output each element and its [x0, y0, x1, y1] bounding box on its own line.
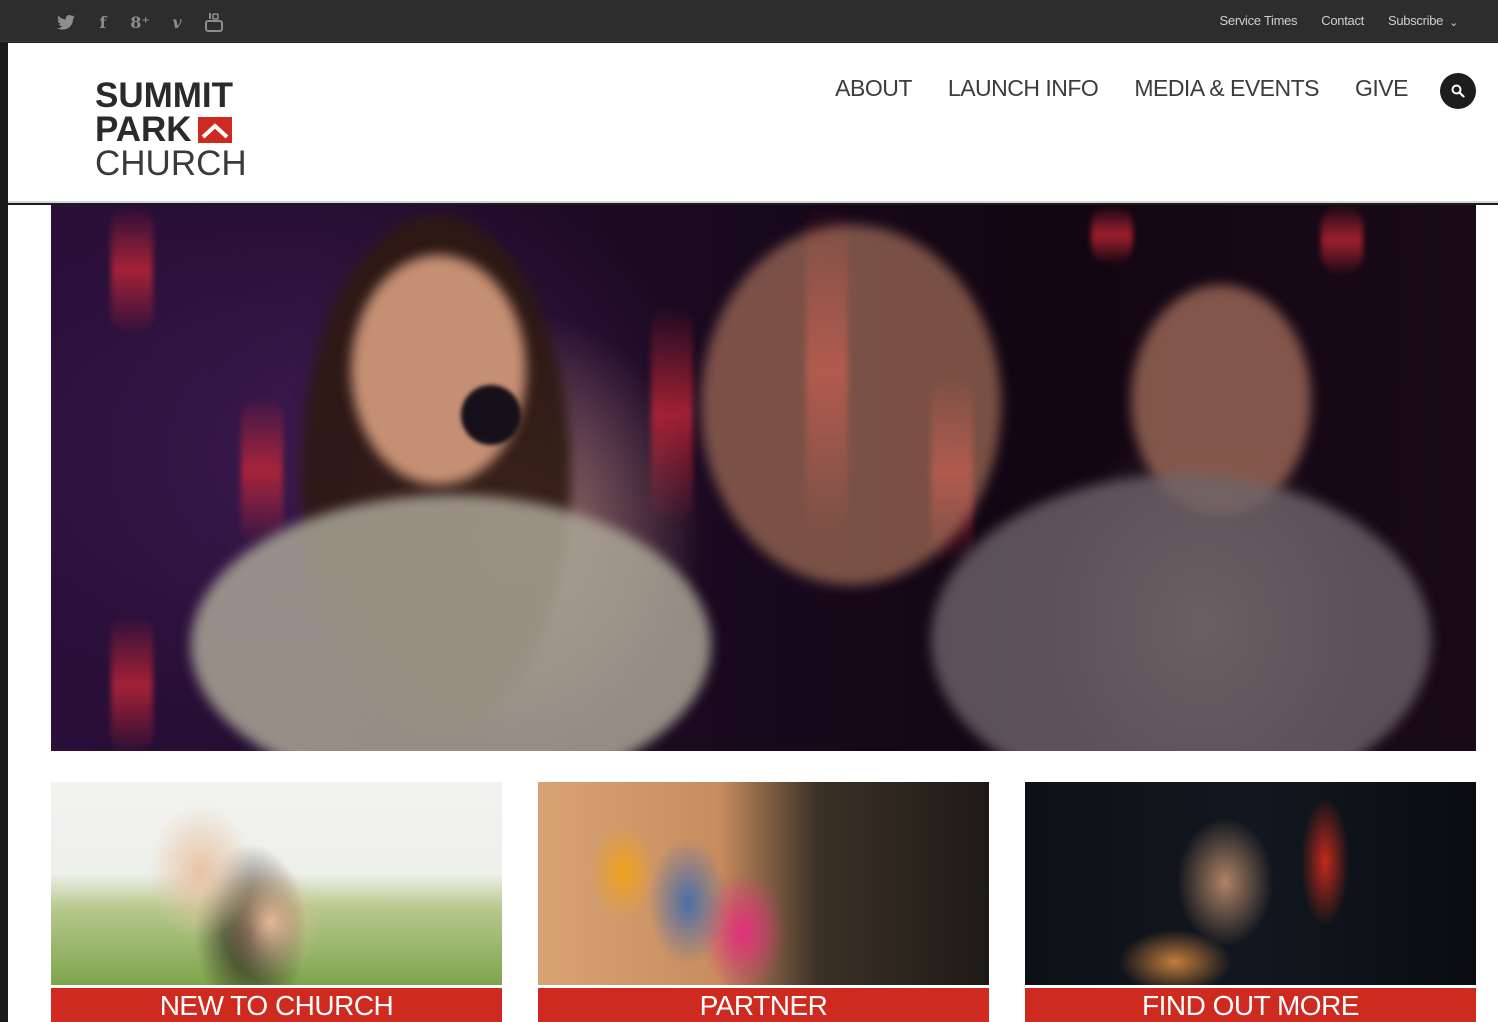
- logo-line-park: PARK: [95, 110, 255, 149]
- stage-light: [241, 395, 283, 545]
- tile-label: NEW TO CHURCH: [51, 988, 502, 1022]
- search-button[interactable]: [1440, 73, 1476, 109]
- site-header: SUMMIT PARK CHURCH ABOUT LAUNCH INFO MED…: [8, 43, 1498, 203]
- nav-give[interactable]: GIVE: [1355, 75, 1408, 102]
- facebook-icon[interactable]: f: [93, 12, 113, 32]
- main-nav: ABOUT LAUNCH INFO MEDIA & EVENTS GIVE: [835, 75, 1408, 102]
- subscribe-dropdown[interactable]: Subscribe ⌄: [1387, 13, 1458, 29]
- tile-new-to-church[interactable]: NEW TO CHURCH: [51, 782, 502, 1022]
- nav-about[interactable]: ABOUT: [835, 75, 912, 102]
- tile-label: FIND OUT MORE: [1025, 988, 1476, 1022]
- chevron-down-icon: ⌄: [1449, 17, 1458, 29]
- screen-edge: [0, 43, 8, 1022]
- logo-line-summit: SUMMIT: [95, 76, 234, 115]
- logo-word-park: PARK: [95, 110, 192, 149]
- stage-light: [111, 205, 153, 335]
- stage-light: [1091, 205, 1133, 265]
- guitarist-shirt: [931, 475, 1431, 751]
- page-content: NEW TO CHURCH PARTNER FIND OUT MORE: [8, 205, 1498, 1022]
- contact-link[interactable]: Contact: [1321, 13, 1364, 28]
- vimeo-icon[interactable]: v: [167, 12, 187, 32]
- logo-line-church: CHURCH: [95, 144, 247, 183]
- subscribe-label: Subscribe: [1387, 13, 1444, 28]
- stage-light: [1321, 205, 1363, 275]
- social-links: f 8⁺ v: [56, 11, 224, 33]
- hero-banner: [51, 205, 1476, 751]
- tile-partner[interactable]: PARTNER: [538, 782, 989, 1022]
- raised-arm: [701, 225, 1001, 585]
- nav-media-events[interactable]: MEDIA & EVENTS: [1134, 75, 1319, 102]
- youtube-icon[interactable]: [204, 12, 224, 32]
- twitter-icon[interactable]: [56, 12, 76, 32]
- logo-mountain-icon: [197, 117, 232, 143]
- singer-face: [351, 255, 526, 485]
- google-plus-icon[interactable]: 8⁺: [130, 12, 150, 32]
- service-times-link[interactable]: Service Times: [1220, 13, 1298, 28]
- tile-photo: [538, 782, 989, 985]
- tile-find-out-more[interactable]: FIND OUT MORE: [1025, 782, 1476, 1022]
- site-logo[interactable]: SUMMIT PARK CHURCH: [95, 76, 255, 183]
- feature-tiles: NEW TO CHURCH PARTNER FIND OUT MORE: [51, 782, 1476, 1022]
- tile-photo: [1025, 782, 1476, 985]
- tile-photo: [51, 782, 502, 985]
- stage-light: [651, 305, 693, 525]
- stage-light: [111, 615, 153, 751]
- nav-launch-info[interactable]: LAUNCH INFO: [948, 75, 1099, 102]
- singer-microphone: [461, 385, 521, 445]
- utility-bar: f 8⁺ v Service Times Contact Subscribe ⌄: [0, 0, 1498, 42]
- utility-links: Service Times Contact Subscribe ⌄: [1220, 13, 1459, 29]
- search-icon: [1451, 84, 1465, 98]
- tile-label: PARTNER: [538, 988, 989, 1022]
